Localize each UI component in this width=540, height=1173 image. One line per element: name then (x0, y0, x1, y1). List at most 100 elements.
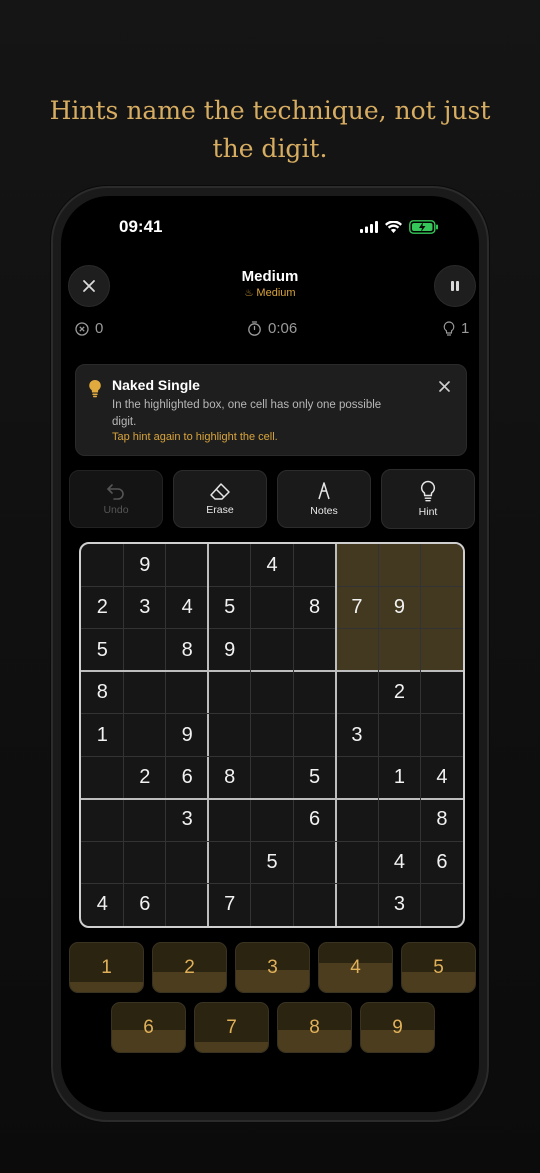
board-cell-r7-c6[interactable]: 6 (293, 799, 336, 842)
board-cell-r4-c5[interactable] (251, 671, 294, 714)
board-cell-r4-c4[interactable] (208, 671, 251, 714)
board-cell-r2-c5[interactable] (251, 586, 294, 629)
board-cell-r9-c7[interactable] (336, 884, 379, 926)
board-cell-r2-c9[interactable] (420, 586, 463, 630)
board-cell-r6-c8[interactable]: 1 (378, 756, 421, 799)
board-cell-r1-c1[interactable] (81, 544, 124, 587)
number-key-3[interactable]: 3 (235, 942, 310, 993)
number-key-5[interactable]: 5 (401, 942, 476, 993)
board-cell-r4-c3[interactable] (166, 671, 209, 714)
board-cell-r9-c6[interactable] (293, 884, 336, 926)
board-cell-r5-c5[interactable] (251, 714, 294, 757)
board-cell-r5-c3[interactable]: 9 (166, 714, 209, 757)
board-cell-r6-c1[interactable] (81, 756, 124, 799)
board-cell-r3-c1[interactable]: 5 (81, 629, 124, 672)
board-cell-r3-c3[interactable]: 8 (166, 629, 209, 672)
board-cell-r7-c3[interactable]: 3 (166, 799, 209, 842)
board-cell-r9-c1[interactable]: 4 (81, 884, 124, 926)
hint-card: Naked Single In the highlighted box, one… (75, 364, 467, 456)
board-cell-r7-c4[interactable] (208, 799, 251, 842)
board-cell-r7-c8[interactable] (378, 799, 421, 842)
erase-button[interactable]: Erase (173, 470, 267, 528)
board-cell-r5-c9[interactable] (421, 714, 463, 757)
board-cell-r8-c4[interactable] (208, 841, 251, 884)
board-cell-r4-c8[interactable]: 2 (378, 671, 421, 714)
board-cell-r4-c7[interactable] (336, 671, 379, 714)
board-cell-r8-c5[interactable]: 5 (251, 841, 294, 884)
board-cell-r4-c1[interactable]: 8 (81, 671, 124, 714)
board-cell-r1-c2[interactable]: 9 (123, 544, 166, 587)
board-cell-r2-c8[interactable]: 9 (378, 586, 421, 630)
board-cell-r8-c3[interactable] (166, 841, 209, 884)
wifi-icon (385, 221, 402, 233)
board-cell-r3-c8[interactable] (378, 628, 421, 672)
board-cell-r9-c8[interactable]: 3 (378, 884, 421, 926)
hint-button[interactable]: Hint (381, 469, 475, 529)
number-key-9[interactable]: 9 (360, 1002, 435, 1053)
number-key-7[interactable]: 7 (194, 1002, 269, 1053)
number-key-6[interactable]: 6 (111, 1002, 186, 1053)
board-cell-r6-c6[interactable]: 5 (293, 756, 336, 799)
board-cell-r5-c4[interactable] (208, 714, 251, 757)
number-key-2[interactable]: 2 (152, 942, 227, 993)
board-cell-r8-c1[interactable] (81, 841, 124, 884)
board-cell-r6-c5[interactable] (251, 756, 294, 799)
board-cell-r2-c3[interactable]: 4 (166, 586, 209, 629)
number-key-4[interactable]: 4 (318, 942, 393, 993)
board-cell-r2-c4[interactable]: 5 (208, 586, 251, 629)
notes-button[interactable]: Notes (277, 470, 371, 528)
board-cell-r4-c6[interactable] (293, 671, 336, 714)
board-cell-r3-c4[interactable]: 9 (208, 629, 251, 672)
board-cell-r8-c9[interactable]: 6 (421, 841, 463, 884)
board-cell-r9-c9[interactable] (421, 884, 463, 926)
board-cell-r6-c7[interactable] (336, 756, 379, 799)
board-cell-r2-c2[interactable]: 3 (123, 586, 166, 629)
board-cell-r7-c9[interactable]: 8 (421, 799, 463, 842)
board-cell-r1-c7[interactable] (335, 544, 379, 587)
board-cell-r1-c5[interactable]: 4 (251, 544, 294, 587)
hint-action-text[interactable]: Tap hint again to highlight the cell. (112, 431, 278, 443)
board-cell-r3-c2[interactable] (123, 629, 166, 672)
board-cell-r6-c4[interactable]: 8 (208, 756, 251, 799)
hint-close-button[interactable] (439, 379, 450, 397)
headline: Hints name the technique, not just the d… (0, 92, 540, 168)
board-cell-r4-c9[interactable] (421, 671, 463, 714)
board-cell-r9-c5[interactable] (251, 884, 294, 926)
number-key-label: 7 (226, 1016, 237, 1038)
board-cell-r5-c6[interactable] (293, 714, 336, 757)
board-cell-r7-c2[interactable] (123, 799, 166, 842)
board-cell-r4-c2[interactable] (123, 671, 166, 714)
board-cell-r2-c1[interactable]: 2 (81, 586, 124, 629)
board-cell-r6-c9[interactable]: 4 (421, 756, 463, 799)
board-cell-r1-c6[interactable] (293, 544, 336, 587)
number-key-1[interactable]: 1 (69, 942, 144, 993)
board-cell-r1-c9[interactable] (420, 544, 463, 587)
number-key-8[interactable]: 8 (277, 1002, 352, 1053)
board-cell-r5-c2[interactable] (123, 714, 166, 757)
board-cell-r6-c3[interactable]: 6 (166, 756, 209, 799)
board-cell-r3-c5[interactable] (251, 629, 294, 672)
board-cell-r8-c8[interactable]: 4 (378, 841, 421, 884)
board-cell-r2-c7[interactable]: 7 (335, 586, 379, 630)
board-cell-r9-c4[interactable]: 7 (208, 884, 251, 926)
board-cell-r5-c1[interactable]: 1 (81, 714, 124, 757)
board-cell-r8-c2[interactable] (123, 841, 166, 884)
board-cell-r8-c7[interactable] (336, 841, 379, 884)
board-cell-r8-c6[interactable] (293, 841, 336, 884)
board-cell-r3-c9[interactable] (420, 628, 463, 672)
board-cell-r1-c4[interactable] (208, 544, 251, 587)
board-cell-r7-c7[interactable] (336, 799, 379, 842)
board-cell-r9-c2[interactable]: 6 (123, 884, 166, 926)
board-cell-r9-c3[interactable] (166, 884, 209, 926)
board-cell-r6-c2[interactable]: 2 (123, 756, 166, 799)
board-cell-r5-c8[interactable] (378, 714, 421, 757)
board-cell-r7-c1[interactable] (81, 799, 124, 842)
undo-button[interactable]: Undo (69, 470, 163, 528)
board-cell-r1-c3[interactable] (166, 544, 209, 587)
board-cell-r3-c6[interactable] (293, 629, 336, 672)
board-cell-r7-c5[interactable] (251, 799, 294, 842)
board-cell-r3-c7[interactable] (335, 628, 379, 672)
board-cell-r1-c8[interactable] (378, 544, 421, 587)
board-cell-r5-c7[interactable]: 3 (336, 714, 379, 757)
board-cell-r2-c6[interactable]: 8 (293, 586, 336, 629)
